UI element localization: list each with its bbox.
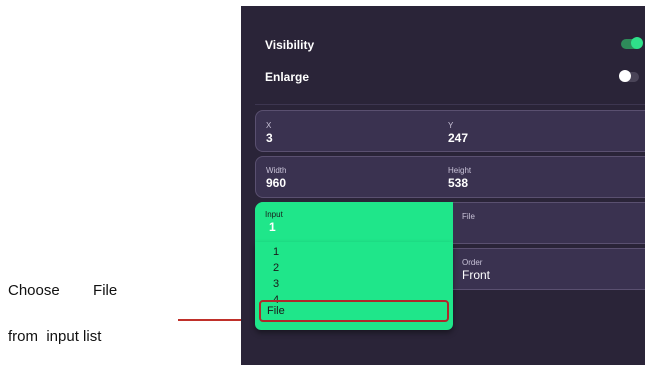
option-3[interactable]: 3 [273, 278, 279, 290]
x-field[interactable]: X 3 [266, 121, 273, 145]
annotation-text-line-1: Choose File [8, 282, 118, 299]
visibility-toggle[interactable] [621, 37, 643, 49]
width-label: Width [266, 166, 287, 175]
y-label: Y [448, 121, 454, 130]
option-file-highlight [259, 300, 449, 322]
order-field[interactable]: Order Front [462, 258, 490, 282]
file-field[interactable]: File [462, 212, 475, 221]
position-box: X 3 Y 247 [255, 110, 645, 152]
toggle-knob [631, 37, 643, 49]
order-label: Order [462, 258, 483, 267]
input-dropdown[interactable]: Input 1 [255, 202, 453, 242]
x-label: X [266, 121, 272, 130]
height-value: 538 [448, 176, 469, 190]
size-box: Width 960 Height 538 [255, 156, 645, 198]
divider [255, 104, 645, 105]
input-label: Input [265, 210, 283, 219]
enlarge-label: Enlarge [265, 70, 310, 84]
y-field[interactable]: Y 247 [448, 121, 468, 145]
option-2[interactable]: 2 [273, 262, 279, 274]
input-field: Input 1 [265, 210, 283, 234]
height-field[interactable]: Height 538 [448, 166, 471, 190]
annotation-text-line-2: from input list [8, 328, 102, 345]
annotation-arrow [178, 319, 250, 321]
input-value: 1 [269, 220, 276, 234]
option-1[interactable]: 1 [273, 246, 279, 258]
width-value: 960 [266, 176, 287, 190]
input-options-list: 1 2 3 4 File [255, 242, 453, 330]
x-value: 3 [266, 131, 273, 145]
file-label: File [462, 212, 475, 221]
option-file[interactable]: File [267, 305, 285, 317]
y-value: 247 [448, 131, 469, 145]
toggle-knob [619, 70, 631, 82]
settings-panel: Visibility Enlarge X 3 Y 247 Width 960 H… [241, 6, 645, 365]
height-label: Height [448, 166, 472, 175]
width-field[interactable]: Width 960 [266, 166, 286, 190]
enlarge-toggle[interactable] [619, 70, 639, 82]
visibility-label: Visibility [265, 38, 315, 52]
order-value: Front [462, 268, 491, 282]
